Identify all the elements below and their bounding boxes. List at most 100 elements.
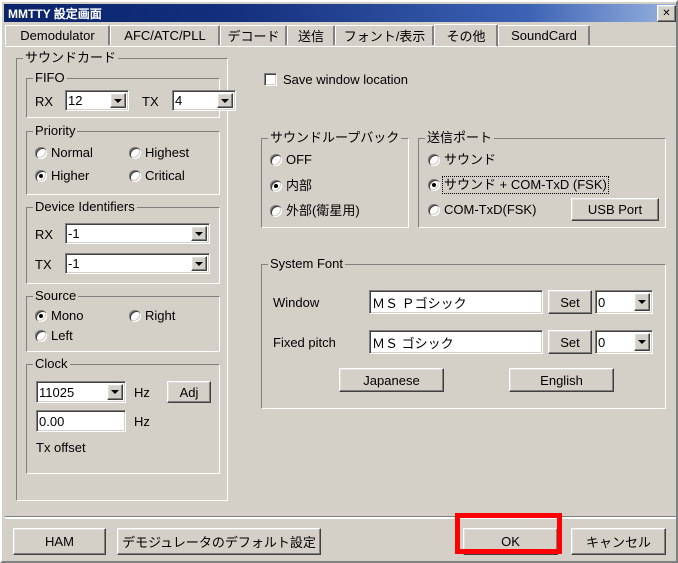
device-identifiers-group: Device Identifiers RX -1 TX -1 <box>26 200 220 284</box>
radio-mark <box>270 154 282 166</box>
tab-label: その他 <box>446 29 486 44</box>
tab-font-display[interactable]: フォント/表示 <box>335 25 434 45</box>
clock-rate-value: 11025 <box>39 384 75 400</box>
window-font-input[interactable]: ＭＳ Ｐゴシック <box>369 290 543 314</box>
radio-priority-normal[interactable]: Normal <box>35 146 93 160</box>
chevron-down-icon[interactable] <box>110 93 126 108</box>
cancel-button[interactable]: キャンセル <box>571 528 666 555</box>
ham-button[interactable]: HAM <box>13 528 106 555</box>
radio-loopback-off[interactable]: OFF <box>270 153 312 167</box>
ok-button[interactable]: OK <box>463 528 558 555</box>
clock-group: Clock 11025 Hz Adj 0.00 Hz Tx offset <box>26 357 220 474</box>
fixed-pitch-font-set-button[interactable]: Set <box>548 330 592 354</box>
clock-offset-unit: Hz <box>134 414 150 429</box>
title-bar[interactable]: MMTTY 設定画面 ✕ <box>4 4 676 22</box>
soundcard-group-label: サウンドカード <box>23 50 119 65</box>
clock-adj-label: Adj <box>179 384 199 400</box>
radio-source-right[interactable]: Right <box>129 309 175 323</box>
usb-port-label: USB Port <box>587 202 643 217</box>
radio-mark <box>129 170 141 182</box>
chevron-down-icon[interactable] <box>634 333 650 351</box>
demodulator-default-label: デモジュレータのデフォルト設定 <box>122 535 316 550</box>
radio-label: Left <box>51 328 73 343</box>
radio-label: Right <box>145 308 176 323</box>
ham-label: HAM <box>45 534 74 549</box>
chevron-down-icon[interactable] <box>634 293 650 311</box>
tab-label: Demodulator <box>20 28 95 43</box>
chevron-down-icon[interactable] <box>107 384 123 400</box>
window-font-value: ＭＳ Ｐゴシック <box>372 295 467 311</box>
chevron-down-icon[interactable] <box>191 256 207 271</box>
device-rx-value: -1 <box>68 226 80 241</box>
tab-other[interactable]: その他 <box>434 24 498 47</box>
tab-label: AFC/ATC/PLL <box>124 28 206 43</box>
window-font-size-combo[interactable]: 0 <box>595 290 653 314</box>
save-window-location-checkbox[interactable]: Save window location <box>264 72 408 87</box>
radio-label: Higher <box>51 168 90 183</box>
radio-txport-sound[interactable]: サウンド <box>428 153 496 167</box>
device-rx-label: RX <box>35 227 54 242</box>
close-icon[interactable]: ✕ <box>657 5 676 22</box>
settings-panel: サウンドカード FIFO RX 12 TX 4 Priority Normal … <box>5 46 676 518</box>
radio-priority-higher[interactable]: Higher <box>35 169 89 183</box>
radio-label: Mono <box>51 308 84 323</box>
clock-offset-caption: Tx offset <box>36 440 86 455</box>
tab-afc-atc-pll[interactable]: AFC/ATC/PLL <box>110 25 220 45</box>
tab-transmit[interactable]: 送信 <box>287 25 335 45</box>
fixed-pitch-font-set-label: Set <box>560 334 580 350</box>
japanese-button[interactable]: Japanese <box>339 368 444 392</box>
radio-priority-highest[interactable]: Highest <box>129 146 189 160</box>
chevron-down-icon[interactable] <box>217 93 233 108</box>
radio-label: COM-TxD(FSK) <box>444 202 537 217</box>
device-tx-label: TX <box>35 257 52 272</box>
fifo-tx-value: 4 <box>175 93 183 108</box>
window-font-set-button[interactable]: Set <box>548 290 592 314</box>
japanese-label: Japanese <box>363 372 420 388</box>
clock-group-label: Clock <box>33 356 70 371</box>
demodulator-default-button[interactable]: デモジュレータのデフォルト設定 <box>117 528 321 555</box>
radio-mark <box>428 154 440 166</box>
window-font-size-value: 0 <box>598 294 606 310</box>
radio-label: Critical <box>145 168 185 183</box>
tab-label: フォント/表示 <box>343 29 426 44</box>
fixed-pitch-font-input[interactable]: ＭＳ ゴシック <box>369 330 543 354</box>
clock-adj-button[interactable]: Adj <box>167 381 211 403</box>
sound-loopback-group-label: サウンドループバック <box>268 130 402 145</box>
radio-source-mono[interactable]: Mono <box>35 309 84 323</box>
clock-offset-value: 0.00 <box>39 413 65 429</box>
radio-mark <box>35 147 47 159</box>
clock-rate-unit: Hz <box>134 385 150 400</box>
chevron-down-icon[interactable] <box>191 226 207 241</box>
clock-offset-input[interactable]: 0.00 <box>36 410 126 432</box>
fixed-pitch-font-size-value: 0 <box>598 334 606 350</box>
radio-label: 内部 <box>286 178 313 193</box>
radio-txport-sound-com-txd-fsk[interactable]: サウンド + COM-TxD (FSK) <box>428 176 609 194</box>
checkbox-box <box>264 73 277 86</box>
radio-priority-critical[interactable]: Critical <box>129 169 185 183</box>
radio-mark <box>35 330 47 342</box>
tab-demodulator[interactable]: Demodulator <box>5 25 110 45</box>
tab-decode[interactable]: デコード <box>220 25 287 45</box>
device-tx-value: -1 <box>68 256 80 271</box>
radio-source-left[interactable]: Left <box>35 329 73 343</box>
device-identifiers-group-label: Device Identifiers <box>33 199 137 214</box>
device-tx-combo[interactable]: -1 <box>65 253 210 274</box>
fixed-pitch-font-label: Fixed pitch <box>273 335 336 350</box>
radio-loopback-internal[interactable]: 内部 <box>270 179 312 193</box>
usb-port-button[interactable]: USB Port <box>571 198 659 221</box>
clock-rate-combo[interactable]: 11025 <box>36 381 126 403</box>
radio-mark <box>428 204 440 216</box>
mmtty-settings-window: MMTTY 設定画面 ✕ Demodulator AFC/ATC/PLL デコー… <box>0 0 678 563</box>
radio-loopback-external[interactable]: 外部(衛星用) <box>270 204 360 218</box>
fixed-pitch-font-size-combo[interactable]: 0 <box>595 330 653 354</box>
radio-mark <box>129 147 141 159</box>
fifo-rx-combo[interactable]: 12 <box>65 90 129 111</box>
english-button[interactable]: English <box>509 368 614 392</box>
tab-soundcard[interactable]: SoundCard <box>498 25 590 45</box>
tab-label: SoundCard <box>511 28 577 43</box>
fifo-tx-combo[interactable]: 4 <box>172 90 236 111</box>
tab-label: デコード <box>227 29 280 44</box>
radio-txport-com-txd-fsk[interactable]: COM-TxD(FSK) <box>428 203 536 217</box>
device-rx-combo[interactable]: -1 <box>65 223 210 244</box>
sound-loopback-group: サウンドループバック OFF 内部 外部(衛星用) <box>261 131 409 228</box>
